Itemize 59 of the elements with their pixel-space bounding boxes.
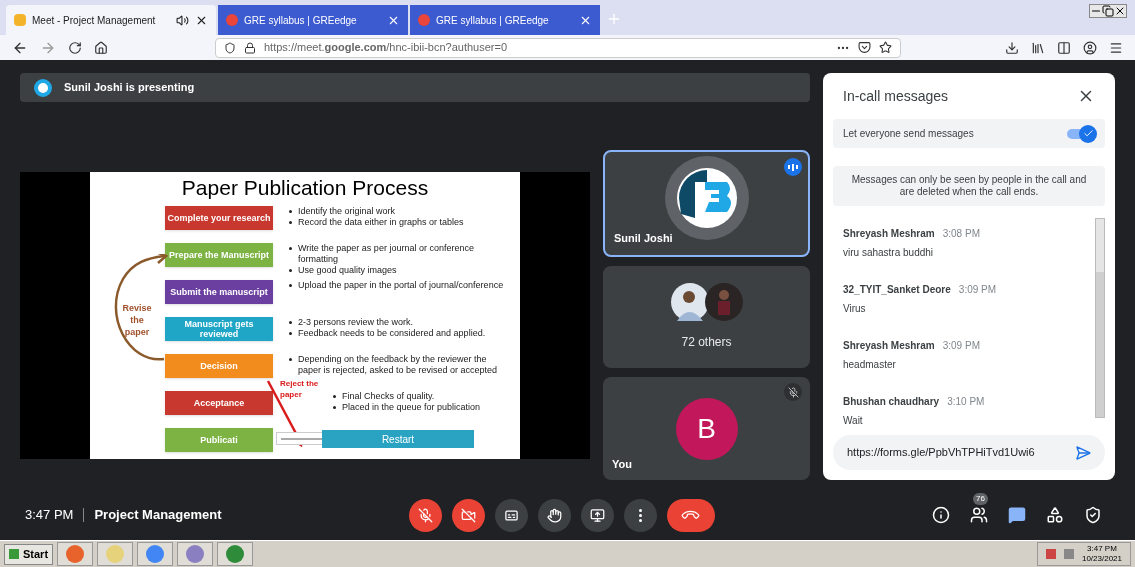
- clock-time: 3:47 PM: [1087, 544, 1117, 554]
- bullet-text: Write the paper as per journal or conference formatting: [298, 243, 475, 265]
- sender-name: Shreyash Meshram: [843, 227, 935, 241]
- participant-name: You: [612, 456, 632, 472]
- tab-title: Meet - Project Management: [32, 13, 157, 28]
- message-text: viru sahastra buddhi: [843, 246, 935, 260]
- process-step: Publicati: [165, 428, 273, 452]
- message-time: 3:09 PM: [958, 283, 997, 297]
- process-step: Acceptance: [165, 391, 273, 415]
- process-step: Complete your research: [165, 206, 273, 230]
- participant-tile[interactable]: 72 others: [603, 265, 810, 369]
- browser-tab[interactable]: Meet - Project Management: [6, 5, 216, 35]
- bullet-text: Upload the paper in the portal of journal/conference: [298, 280, 505, 291]
- meeting-name: Project Management: [94, 506, 222, 525]
- bullet-text: Feedback needs to be considered and applied.: [298, 328, 487, 339]
- participant-tile[interactable]: Sunil Joshi: [603, 150, 810, 257]
- message-text: Wait: [843, 414, 864, 428]
- browser-tab[interactable]: GRE syllabus | GREedge: [218, 5, 408, 35]
- participant-tile[interactable]: B You: [603, 377, 810, 480]
- people-count-badge: 76: [973, 493, 988, 505]
- message-text: Virus: [843, 302, 867, 316]
- bullet-text: Identify the original work: [298, 206, 397, 217]
- address-bar[interactable]: https://meet.google.com/hnc-ibii-bcn?authuser=0: [215, 37, 901, 58]
- bullet-text: Depending on the feedback by the reviewer the paper is rejected, asked to be revised or accepted: [298, 354, 499, 376]
- tab-title: GRE syllabus | GREedge: [436, 13, 550, 28]
- notice-text: Messages can only be seen by people in the call and are deleted when the call ends.: [833, 166, 1105, 206]
- browser-tab[interactable]: GRE syllabus | GREedge: [410, 5, 600, 35]
- message-input[interactable]: https://forms.gle/PpbVhTPHiTvd1Uwi6: [833, 435, 1105, 470]
- message-text: headmaster: [843, 358, 897, 372]
- message-time: 3:08 PM: [942, 227, 980, 241]
- process-step: Submit the manuscript: [165, 280, 273, 304]
- revise-label: Revise the paper: [121, 302, 153, 338]
- reject-label: Reject the paper: [280, 378, 320, 400]
- url-text: https://meet.google.com/hnc-ibii-bcn?authuser=0: [264, 40, 509, 56]
- sender-name: Bhushan chaudhary: [843, 395, 940, 409]
- setting-label: Let everyone send messages: [843, 127, 974, 141]
- process-step: Prepare the Manuscript: [165, 243, 273, 267]
- bullet-text: Record the data either in graphs or tables: [298, 217, 465, 228]
- sender-name: 32_TYIT_Sanket Deore: [843, 283, 951, 297]
- sender-name: Shreyash Meshram: [843, 339, 935, 353]
- chat-title: In-call messages: [843, 86, 949, 106]
- meeting-time: 3:47 PM: [25, 506, 74, 525]
- bullet-text: Use good quality images: [298, 265, 398, 276]
- clock-date: 10/23/2021: [1081, 554, 1122, 564]
- tab-title: GRE syllabus | GREedge: [244, 13, 358, 28]
- bullet-text: 2-3 persons review the work.: [298, 317, 415, 328]
- bullet-text: Final Checks of quality.: [342, 391, 436, 402]
- process-step: Manuscript gets reviewed: [165, 317, 273, 341]
- message-time: 3:10 PM: [947, 395, 985, 409]
- slide-title: Paper Publication Process: [180, 175, 430, 201]
- participant-count-text: 72 others: [681, 334, 732, 351]
- avatar-initial: B: [675, 397, 738, 460]
- bullet-text: Placed in the queue for publication: [342, 402, 482, 413]
- process-step: Decision: [165, 354, 273, 378]
- input-text: https://forms.gle/PpbVhTPHiTvd1Uwi6: [847, 445, 1035, 461]
- message-time: 3:09 PM: [942, 339, 980, 353]
- start-button[interactable]: Start: [4, 543, 54, 565]
- presenting-text: Sunil Joshi is presenting: [64, 80, 195, 96]
- participant-name: Sunil Joshi: [614, 231, 673, 247]
